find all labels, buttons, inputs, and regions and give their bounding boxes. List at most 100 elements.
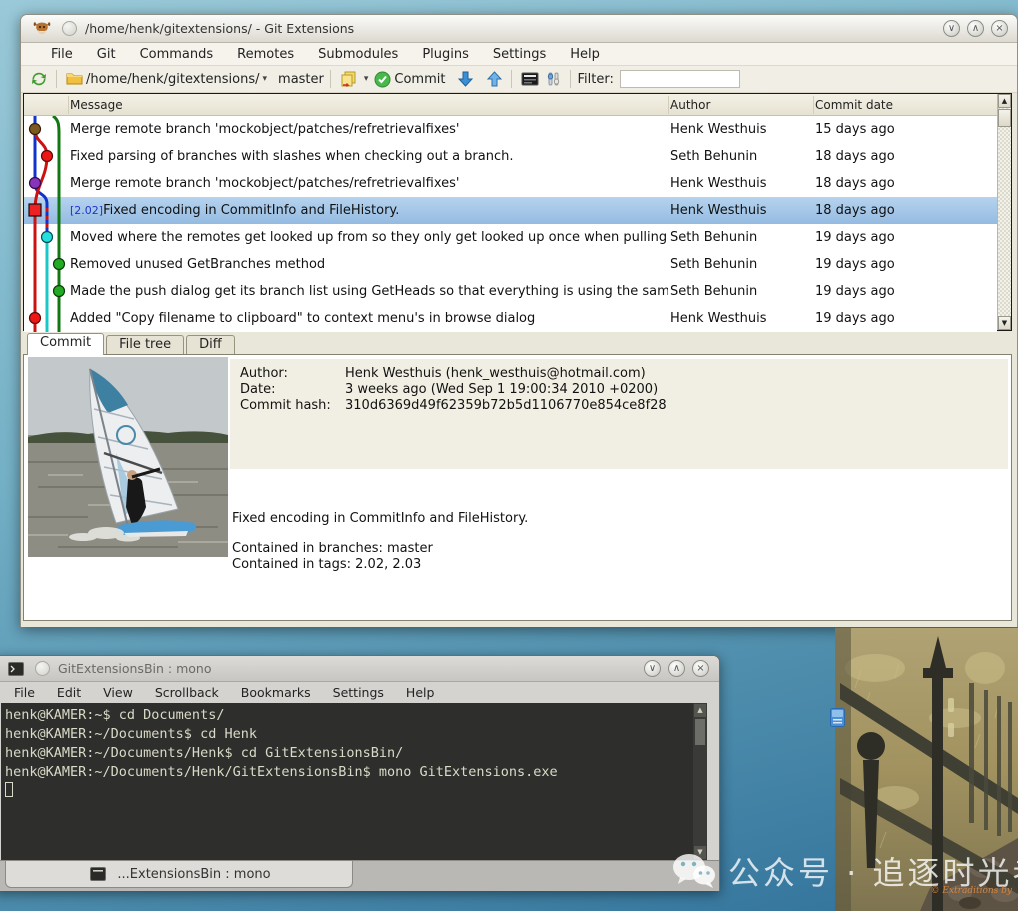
terminal-titlebar[interactable]: GitExtensionsBin : mono ∨ ∧ × xyxy=(0,656,719,682)
hash-value: 310d6369d49f62359b72b5d1106770e854ce8f28 xyxy=(345,398,667,414)
terminal-close-button[interactable]: × xyxy=(692,660,709,677)
terminal-screen[interactable]: henk@KAMER:~$ cd Documents/henk@KAMER:~/… xyxy=(1,703,707,860)
commit-message-text: Fixed parsing of branches with slashes w… xyxy=(70,149,514,164)
filter-label: Filter: xyxy=(577,72,613,87)
commit-message-cell: Removed unused GetBranches method xyxy=(70,251,668,278)
commit-author-cell: Seth Behunin xyxy=(670,143,813,170)
commit-info-box: Author: Henk Westhuis (henk_westhuis@hot… xyxy=(230,359,1008,469)
commit-tag-badge: [2.02] xyxy=(70,204,103,217)
terminal-window-menu-button[interactable] xyxy=(35,661,50,676)
filter-input[interactable] xyxy=(620,70,740,88)
commit-list-header[interactable]: Message Author Commit date xyxy=(24,94,997,116)
commit-date-cell: 19 days ago xyxy=(815,251,993,278)
commit-message-text: Merge remote branch 'mockobject/patches/… xyxy=(70,122,459,137)
commit-row[interactable]: Added "Copy filename to clipboard" to co… xyxy=(24,305,997,332)
push-arrow-icon[interactable] xyxy=(487,71,502,87)
commit-message-text: Removed unused GetBranches method xyxy=(70,257,325,272)
terminal-menu-item-bookmarks[interactable]: Bookmarks xyxy=(230,684,322,701)
menu-item-plugins[interactable]: Plugins xyxy=(410,45,481,64)
commit-row[interactable]: Merge remote branch 'mockobject/patches/… xyxy=(24,116,997,143)
commit-date-cell: 19 days ago xyxy=(815,278,993,305)
wechat-icon xyxy=(672,852,716,890)
commit-date-cell: 15 days ago xyxy=(815,116,993,143)
column-header-date[interactable]: Commit date xyxy=(815,94,993,116)
refresh-icon[interactable] xyxy=(31,71,47,87)
terminal-scroll-up-icon[interactable]: ▲ xyxy=(694,704,706,717)
menu-item-settings[interactable]: Settings xyxy=(481,45,558,64)
terminal-line: henk@KAMER:~$ cd Documents/ xyxy=(5,706,691,725)
commit-check-icon[interactable] xyxy=(374,71,391,88)
commit-message-cell: Merge remote branch 'mockobject/patches/… xyxy=(70,116,668,143)
commit-list-scrollbar[interactable]: ▲ ▼ xyxy=(997,94,1011,330)
commit-row[interactable]: Removed unused GetBranches methodSeth Be… xyxy=(24,251,997,278)
desktop-file-icon[interactable] xyxy=(830,708,845,730)
commit-date-cell: 18 days ago xyxy=(815,143,993,170)
terminal-line: henk@KAMER:~/Documents$ cd Henk xyxy=(5,725,691,744)
maximize-button[interactable]: ∧ xyxy=(967,20,984,37)
commit-row[interactable]: Moved where the remotes get looked up fr… xyxy=(24,224,997,251)
repo-path-caret-icon[interactable]: ▾ xyxy=(263,74,268,84)
menu-item-help[interactable]: Help xyxy=(558,45,612,64)
tab-commit[interactable]: Commit xyxy=(27,333,104,355)
menu-item-submodules[interactable]: Submodules xyxy=(306,45,410,64)
menu-item-file[interactable]: File xyxy=(39,45,85,64)
branch-caret-icon[interactable]: ▾ xyxy=(364,74,369,84)
commit-row[interactable]: [2.02]Fixed encoding in CommitInfo and F… xyxy=(24,197,997,224)
details-tabbar: Commit File tree Diff xyxy=(23,333,235,354)
tab-diff[interactable]: Diff xyxy=(186,335,235,355)
terminal-menu-item-help[interactable]: Help xyxy=(395,684,446,701)
terminal-cursor-line xyxy=(5,782,691,801)
commit-author-cell: Henk Westhuis xyxy=(670,197,813,224)
toolbar-separator xyxy=(570,70,571,88)
commit-author-cell: Seth Behunin xyxy=(670,224,813,251)
author-avatar-windsurf-photo xyxy=(28,357,228,557)
column-header-message[interactable]: Message xyxy=(70,94,660,116)
repo-path[interactable]: /home/henk/gitextensions/ xyxy=(86,72,260,87)
author-value: Henk Westhuis (henk_westhuis@hotmail.com… xyxy=(345,366,646,382)
console-icon[interactable] xyxy=(521,72,539,86)
commit-message-text: Fixed encoding in CommitInfo and FileHis… xyxy=(103,203,399,218)
branch-icon[interactable] xyxy=(340,71,358,87)
terminal-menu-item-view[interactable]: View xyxy=(92,684,144,701)
menu-item-git[interactable]: Git xyxy=(85,45,128,64)
minimize-button[interactable]: ∨ xyxy=(943,20,960,37)
commit-message-cell: [2.02]Fixed encoding in CommitInfo and F… xyxy=(70,197,668,224)
terminal-cursor xyxy=(5,782,13,797)
terminal-window: GitExtensionsBin : mono ∨ ∧ × FileEditVi… xyxy=(0,655,720,891)
terminal-tab[interactable]: ...ExtensionsBin : mono xyxy=(5,861,353,888)
folder-icon[interactable] xyxy=(66,72,83,86)
menu-item-commands[interactable]: Commands xyxy=(128,45,226,64)
terminal-scrollbar[interactable]: ▲ ▼ xyxy=(693,703,707,860)
terminal-menu-item-file[interactable]: File xyxy=(3,684,46,701)
tab-file-tree[interactable]: File tree xyxy=(106,335,184,355)
terminal-menubar: FileEditViewScrollbackBookmarksSettingsH… xyxy=(0,682,719,703)
commit-row[interactable]: Merge remote branch 'mockobject/patches/… xyxy=(24,170,997,197)
terminal-scrollbar-thumb[interactable] xyxy=(695,719,705,745)
pull-arrow-icon[interactable] xyxy=(458,71,473,87)
toolbar-separator xyxy=(56,70,57,88)
settings-sliders-icon[interactable] xyxy=(545,71,561,87)
commit-message: Fixed encoding in CommitInfo and FileHis… xyxy=(232,511,528,527)
scrollbar-thumb[interactable] xyxy=(998,109,1011,127)
git-extensions-window: /home/henk/gitextensions/ - Git Extensio… xyxy=(20,14,1018,627)
commit-author-cell: Henk Westhuis xyxy=(670,170,813,197)
scroll-down-icon[interactable]: ▼ xyxy=(998,316,1011,330)
column-header-author[interactable]: Author xyxy=(670,94,810,116)
commit-row[interactable]: Made the push dialog get its branch list… xyxy=(24,278,997,305)
terminal-menu-item-edit[interactable]: Edit xyxy=(46,684,92,701)
window-menu-button[interactable] xyxy=(62,21,77,36)
git-window-titlebar[interactable]: /home/henk/gitextensions/ - Git Extensio… xyxy=(21,15,1017,43)
terminal-menu-item-settings[interactable]: Settings xyxy=(322,684,395,701)
scroll-up-icon[interactable]: ▲ xyxy=(998,94,1011,108)
terminal-maximize-button[interactable]: ∧ xyxy=(668,660,685,677)
commit-author-cell: Seth Behunin xyxy=(670,278,813,305)
commit-row[interactable]: Fixed parsing of branches with slashes w… xyxy=(24,143,997,170)
close-button[interactable]: × xyxy=(991,20,1008,37)
current-branch[interactable]: master xyxy=(278,72,324,87)
commit-button[interactable]: Commit xyxy=(394,72,445,87)
terminal-menu-item-scrollback[interactable]: Scrollback xyxy=(144,684,230,701)
terminal-minimize-button[interactable]: ∨ xyxy=(644,660,661,677)
menu-item-remotes[interactable]: Remotes xyxy=(225,45,306,64)
terminal-output: henk@KAMER:~$ cd Documents/henk@KAMER:~/… xyxy=(5,706,691,860)
terminal-app-icon xyxy=(8,662,24,676)
